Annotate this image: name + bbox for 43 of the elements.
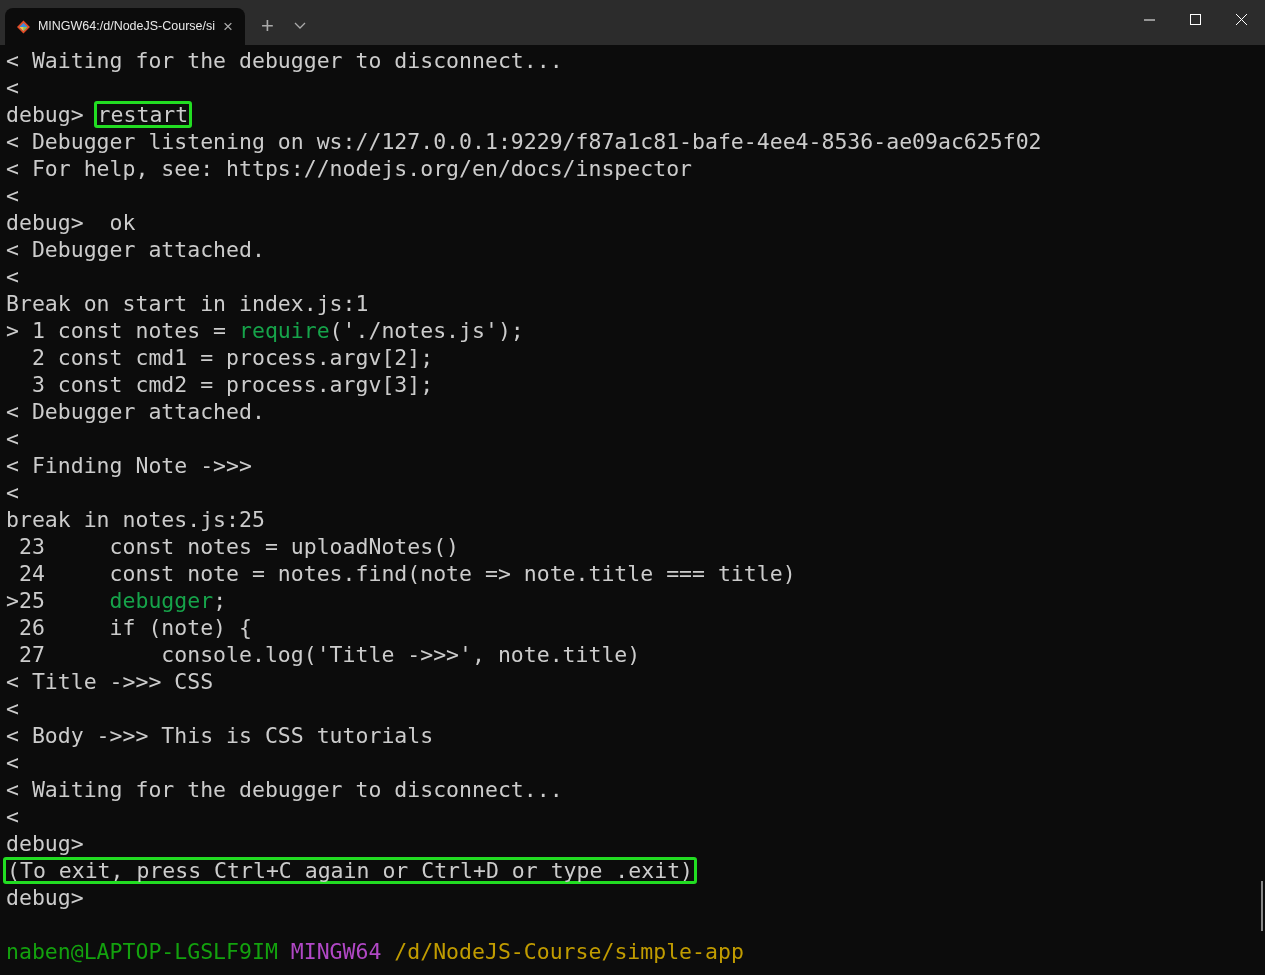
terminal-line: >25 debugger; — [6, 587, 227, 614]
terminal-line: 26 if (note) { — [17, 614, 252, 641]
terminal-line: < — [6, 803, 19, 830]
terminal-line: < — [6, 425, 19, 452]
terminal-line: < Debugger attached. — [6, 236, 265, 263]
terminal-line: < Finding Note ->>> — [6, 452, 252, 479]
terminal-line: 2 const cmd1 = process.argv[2]; — [30, 344, 434, 371]
terminal-line: < — [6, 263, 19, 290]
terminal-line: 24 const note = notes.find(note => note.title === title) — [17, 560, 796, 587]
terminal-line: 3 const cmd2 = process.argv[3]; — [30, 371, 434, 398]
shell-prompt: naben@LAPTOP-LGSLF9IM MINGW64 /d/NodeJS-Course/simple-app — [6, 938, 744, 965]
highlighted-text: (To exit, press Ctrl+C again or Ctrl+D or type .exit) — [3, 857, 698, 884]
terminal-line: < — [6, 74, 19, 101]
terminal-line: < Debugger listening on ws://127.0.0.1:9229/f87a1c81-bafe-4ee4-8536-ae09ac625f02 — [6, 128, 1042, 155]
close-tab-button[interactable]: × — [223, 18, 233, 35]
scrollbar-thumb[interactable] — [1261, 881, 1263, 931]
terminal-line: < Waiting for the debugger to disconnect... — [6, 776, 563, 803]
terminal-line: < Waiting for the debugger to disconnect... — [6, 47, 563, 74]
terminal-line: debug> — [6, 830, 84, 857]
terminal-line: > 1 const notes = require('./notes.js'); — [6, 317, 524, 344]
terminal-line: < Debugger attached. — [6, 398, 265, 425]
new-tab-button[interactable]: + — [261, 14, 274, 37]
terminal-line: < — [6, 479, 19, 506]
terminal-line: 27 console.log('Title ->>>', note.title) — [17, 641, 641, 668]
terminal-line: debug> ok — [6, 209, 136, 236]
terminal-text: debug> — [6, 102, 85, 127]
terminal-line: break in notes.js:25 — [6, 506, 265, 533]
terminal-line: debug> — [6, 884, 84, 911]
dropdown-caret-icon[interactable] — [293, 21, 306, 30]
tab-title: MINGW64:/d/NodeJS-Course/si — [37, 18, 216, 36]
highlighted-text: restart — [93, 101, 193, 128]
close-icon[interactable] — [1236, 14, 1247, 25]
terminal-line: 23 const notes = uploadNotes() — [17, 533, 460, 560]
terminal-tab[interactable]: MINGW64:/d/NodeJS-Course/si × — [5, 8, 245, 45]
terminal-line: < — [6, 749, 19, 776]
terminal-line: < — [6, 182, 19, 209]
terminal-line: < — [6, 695, 19, 722]
terminal-line: < Title ->>> CSS — [6, 668, 214, 695]
terminal-line: < Body ->>> This is CSS tutorials — [6, 722, 434, 749]
git-logo-icon — [17, 18, 30, 35]
maximize-icon[interactable] — [1190, 14, 1201, 25]
terminal-line: < For help, see: https://nodejs.org/en/docs/inspector — [6, 155, 693, 182]
terminal-line: Break on start in index.js:1 — [6, 290, 369, 317]
